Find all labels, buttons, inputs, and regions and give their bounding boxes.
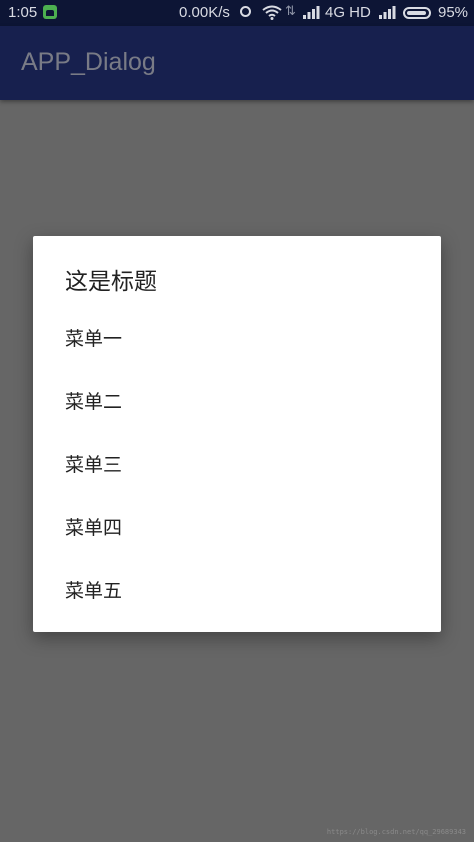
menu-item-5[interactable]: 菜单五 (33, 560, 441, 623)
watermark: https://blog.csdn.net/qq_29689343 (326, 828, 466, 836)
wifi-icon (262, 5, 282, 24)
dialog-title: 这是标题 (65, 269, 157, 295)
signal-strength-icon-2 (379, 6, 397, 23)
android-notification-icon (43, 5, 57, 19)
dialog-menu-list: 菜单一 菜单二 菜单三 菜单四 菜单五 (33, 308, 441, 623)
menu-item-4[interactable]: 菜单四 (33, 497, 441, 560)
app-bar: APP_Dialog (0, 26, 474, 100)
data-arrows-icon: ⇅ (285, 3, 296, 18)
signal-strength-icon (303, 6, 321, 23)
status-time: 1:05 (8, 4, 38, 21)
status-battery-percent: 95% (438, 4, 469, 21)
menu-item-1[interactable]: 菜单一 (33, 308, 441, 371)
status-network-type: 4G HD (325, 4, 371, 21)
battery-fill (407, 11, 426, 15)
status-network-speed: 0.00K/s (179, 4, 230, 21)
menu-item-2[interactable]: 菜单二 (33, 371, 441, 434)
list-dialog: 这是标题 菜单一 菜单二 菜单三 菜单四 菜单五 (33, 236, 441, 632)
menu-item-3[interactable]: 菜单三 (33, 434, 441, 497)
app-title: APP_Dialog (21, 48, 156, 76)
alarm-icon (240, 6, 251, 17)
battery-icon (403, 7, 431, 19)
status-bar: 1:05 0.00K/s ⇅ 4G HD 95% (0, 0, 474, 26)
